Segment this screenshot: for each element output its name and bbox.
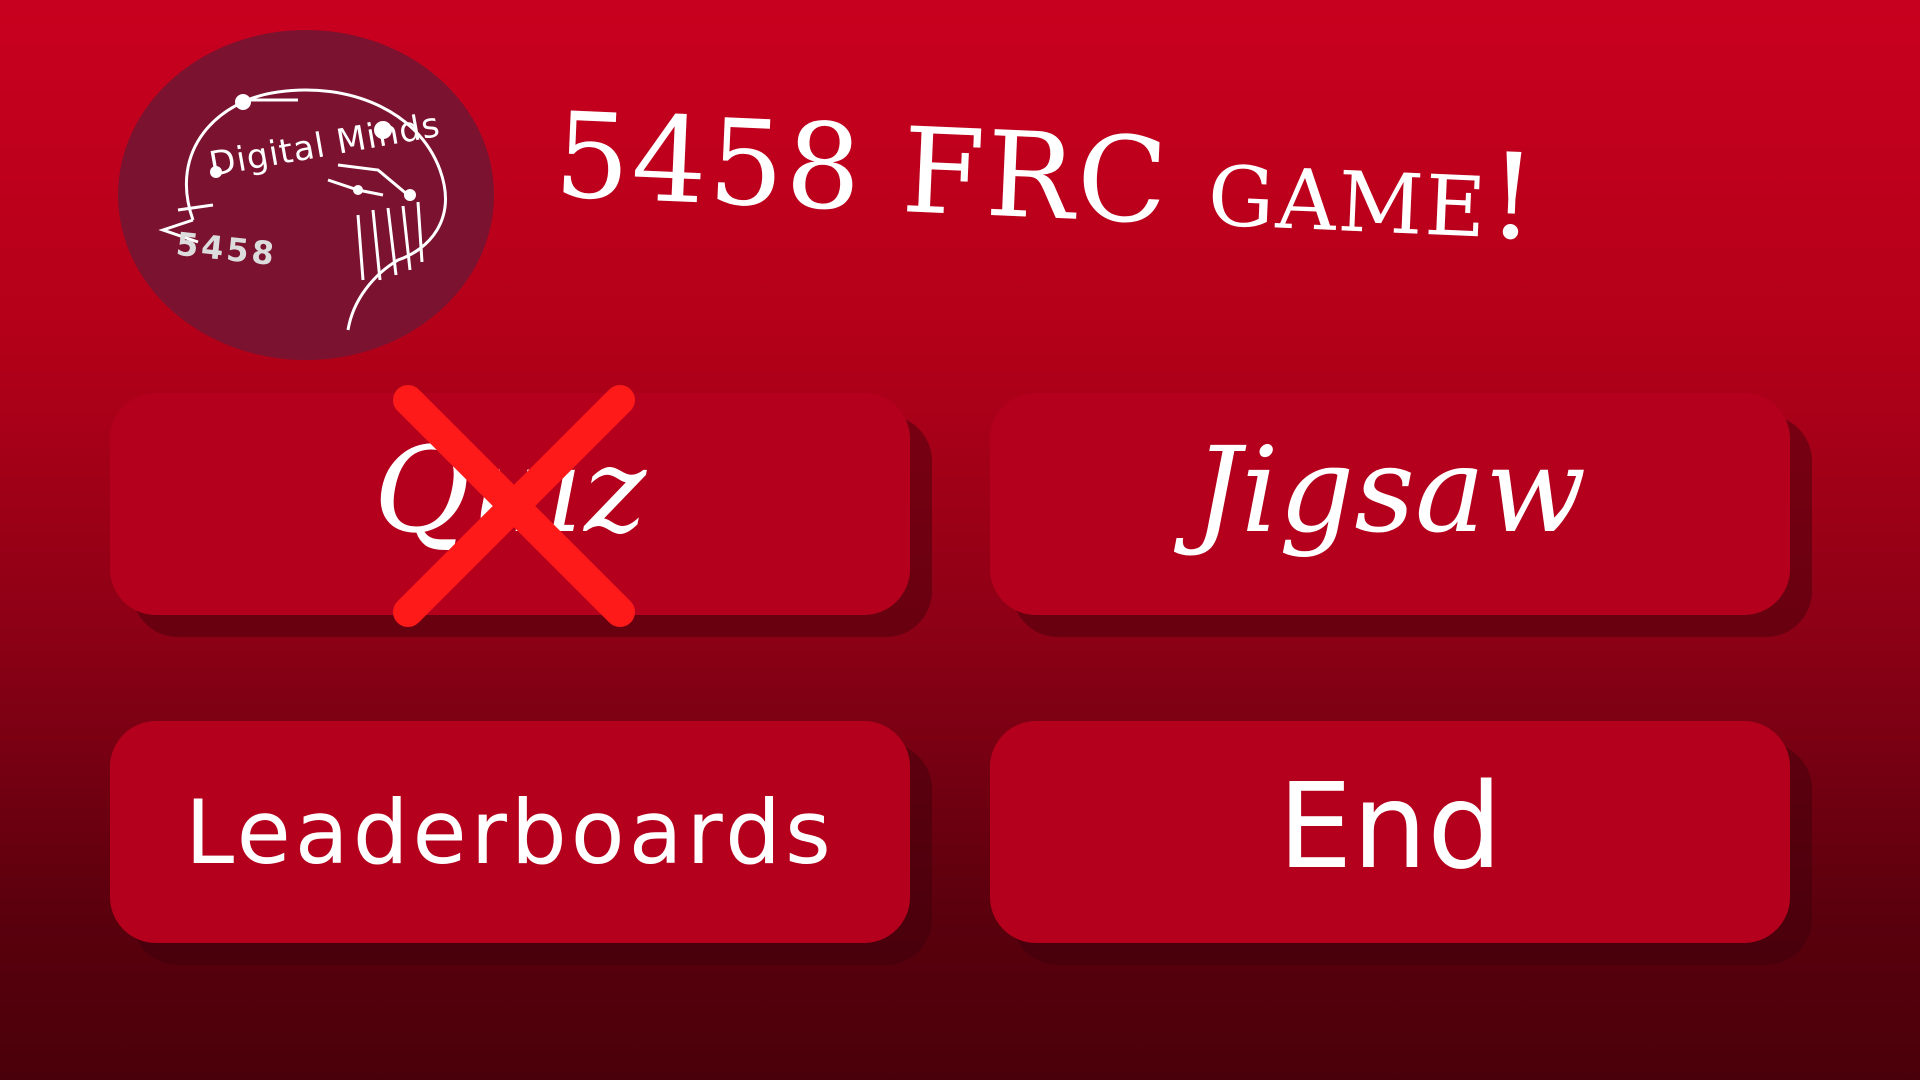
leaderboards-button-label: Leaderboards xyxy=(185,780,835,884)
leaderboards-button[interactable]: Leaderboards xyxy=(110,721,910,943)
quiz-button[interactable]: Quiz xyxy=(110,393,910,615)
jigsaw-button-label: Jigsaw xyxy=(1193,421,1587,559)
brain-circuit-icon xyxy=(158,88,447,331)
end-button[interactable]: End xyxy=(990,721,1790,943)
jigsaw-button[interactable]: Jigsaw xyxy=(990,393,1790,615)
game-title: 5458 FRC game! xyxy=(551,86,1541,267)
team-logo: Digital Minds 5458 xyxy=(118,30,494,360)
quiz-button-label: Quiz xyxy=(373,421,647,559)
end-button-label: End xyxy=(1277,757,1503,895)
